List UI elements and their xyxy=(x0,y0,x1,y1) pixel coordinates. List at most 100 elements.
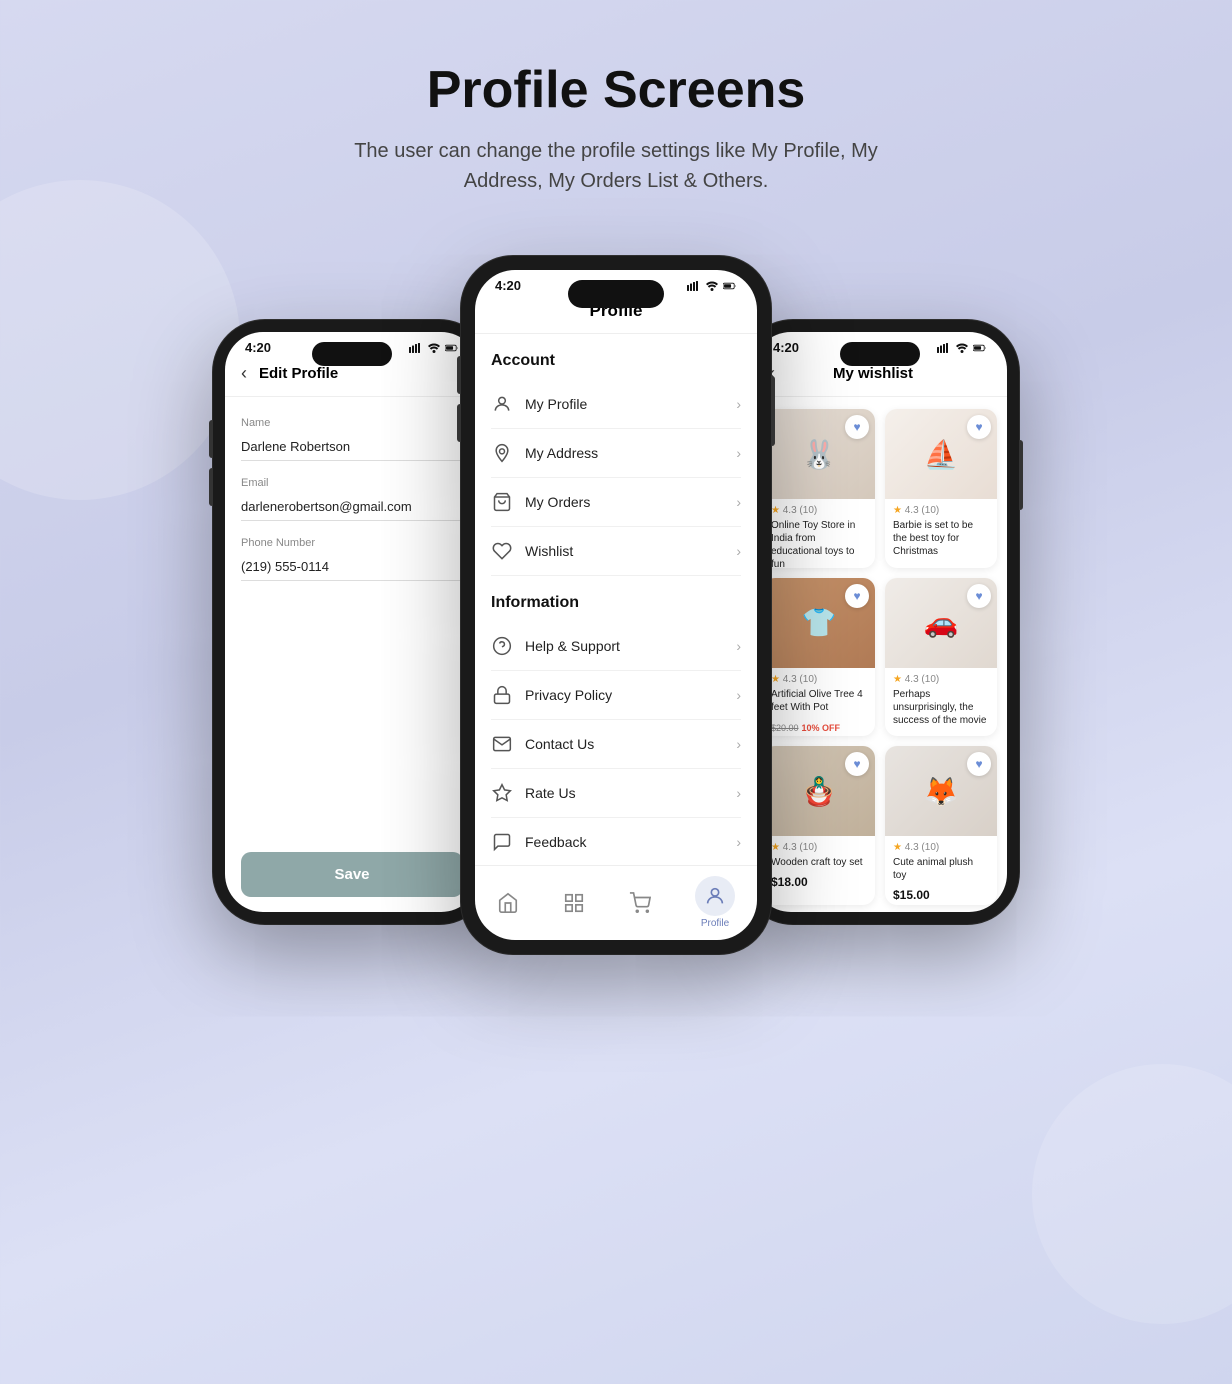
menu-label-contact: Contact Us xyxy=(525,736,594,752)
email-input[interactable] xyxy=(241,493,463,521)
edit-profile-title: Edit Profile xyxy=(259,365,338,382)
profile-screen: 4:20 Profile Account xyxy=(475,270,757,940)
dynamic-island-left xyxy=(312,342,392,366)
menu-label-my-orders: My Orders xyxy=(525,494,590,510)
email-label: Email xyxy=(241,477,463,489)
menu-item-my-profile[interactable]: My Profile › xyxy=(491,380,741,429)
edit-profile-content: ‹ Edit Profile Name Email Phone Number xyxy=(225,359,479,912)
feedback-icon xyxy=(491,831,513,853)
chevron-icon: › xyxy=(736,736,741,752)
wishlist-content: ‹ My wishlist 🐰 ♥ ★ 4.3 (10) Online Toy … xyxy=(753,359,1007,912)
product-name: Online Toy Store in India from education… xyxy=(771,519,867,568)
name-field-group: Name xyxy=(241,417,463,461)
chevron-icon: › xyxy=(736,785,741,801)
menu-item-privacy[interactable]: Privacy Policy › xyxy=(491,671,741,720)
product-card-4[interactable]: 🪆 ♥ ★ 4.3 (10) Wooden craft toy set $18.… xyxy=(763,746,875,905)
product-card-3[interactable]: 🚗 ♥ ★ 4.3 (10) Perhaps unsurprisingly, t… xyxy=(885,578,997,737)
page-header: Profile Screens The user can change the … xyxy=(336,60,896,196)
phone-input[interactable] xyxy=(241,553,463,581)
product-rating: ★ 4.3 (10) xyxy=(893,842,989,853)
menu-item-contact[interactable]: Contact Us › xyxy=(491,720,741,769)
chevron-icon: › xyxy=(736,687,741,703)
chevron-icon: › xyxy=(736,396,741,412)
heart-icon xyxy=(491,540,513,562)
menu-label-my-address: My Address xyxy=(525,445,598,461)
user-icon xyxy=(491,393,513,415)
dynamic-island-center xyxy=(568,280,664,308)
wishlist-heart-button[interactable]: ♥ xyxy=(967,584,991,608)
lock-icon xyxy=(491,684,513,706)
wishlist-heart-button[interactable]: ♥ xyxy=(845,415,869,439)
status-time-right: 4:20 xyxy=(773,340,799,355)
menu-item-my-orders[interactable]: My Orders › xyxy=(491,478,741,527)
menu-item-wishlist[interactable]: Wishlist › xyxy=(491,527,741,576)
current-price: $15.00 xyxy=(893,888,930,902)
product-name: Barbie is set to be the best toy for Chr… xyxy=(893,519,989,558)
status-time-left: 4:20 xyxy=(245,340,271,355)
bag-icon xyxy=(491,491,513,513)
help-icon xyxy=(491,635,513,657)
original-price: $20.00 xyxy=(893,567,921,568)
menu-label-privacy: Privacy Policy xyxy=(525,687,612,703)
menu-item-feedback[interactable]: Feedback › xyxy=(491,818,741,865)
wishlist-heart-button[interactable]: ♥ xyxy=(967,415,991,439)
menu-item-help[interactable]: Help & Support › xyxy=(491,622,741,671)
phone-wishlist: 4:20 ‹ My wishlist 🐰 ♥ ★ 4.3 xyxy=(741,320,1019,924)
product-grid: 🐰 ♥ ★ 4.3 (10) Online Toy Store in India… xyxy=(753,397,1007,912)
original-price: $20.00 xyxy=(771,723,799,733)
nav-cart[interactable] xyxy=(629,892,651,914)
info-section-title: Information xyxy=(491,576,741,622)
wishlist-heart-button[interactable]: ♥ xyxy=(845,584,869,608)
star-icon xyxy=(491,782,513,804)
status-icons-left xyxy=(409,343,459,353)
location-icon xyxy=(491,442,513,464)
product-rating: ★ 4.3 (10) xyxy=(771,505,867,516)
product-card-1[interactable]: ⛵ ♥ ★ 4.3 (10) Barbie is set to be the b… xyxy=(885,409,997,568)
page-subtitle: The user can change the profile settings… xyxy=(336,136,896,196)
current-price: $18.00 xyxy=(771,875,808,889)
name-input[interactable] xyxy=(241,433,463,461)
product-card-0[interactable]: 🐰 ♥ ★ 4.3 (10) Online Toy Store in India… xyxy=(763,409,875,568)
menu-item-my-address[interactable]: My Address › xyxy=(491,429,741,478)
email-field-group: Email xyxy=(241,477,463,521)
product-rating: ★ 4.3 (10) xyxy=(771,842,867,853)
name-label: Name xyxy=(241,417,463,429)
menu-label-help: Help & Support xyxy=(525,638,620,654)
product-card-2[interactable]: 👕 ♥ ★ 4.3 (10) Artificial Olive Tree 4 f… xyxy=(763,578,875,737)
edit-profile-screen: 4:20 ‹ Edit Profile Name xyxy=(225,332,479,912)
account-section-title: Account xyxy=(491,334,741,380)
phone-profile: 4:20 Profile Account xyxy=(461,256,771,954)
status-time-center: 4:20 xyxy=(495,278,521,293)
menu-label-rate: Rate Us xyxy=(525,785,576,801)
nav-grid[interactable] xyxy=(563,892,585,914)
product-name: Perhaps unsurprisingly, the success of t… xyxy=(893,688,989,727)
chevron-icon: › xyxy=(736,494,741,510)
back-button[interactable]: ‹ xyxy=(241,363,247,384)
menu-item-rate[interactable]: Rate Us › xyxy=(491,769,741,818)
discount-badge: 10% OFF xyxy=(924,567,963,568)
chevron-icon: › xyxy=(736,543,741,559)
page-title: Profile Screens xyxy=(336,60,896,120)
discount-badge: 10% OFF xyxy=(802,723,841,733)
nav-home[interactable] xyxy=(497,892,519,914)
phone-field-group: Phone Number xyxy=(241,537,463,581)
phones-container: 4:20 ‹ Edit Profile Name xyxy=(213,256,1019,954)
bottom-nav: Profile xyxy=(475,865,757,940)
profile-content: Profile Account My Profile › xyxy=(475,297,757,940)
nav-profile-label: Profile xyxy=(701,918,729,929)
chevron-icon: › xyxy=(736,834,741,850)
save-button[interactable]: Save xyxy=(241,852,463,897)
product-card-5[interactable]: 🦊 ♥ ★ 4.3 (10) Cute animal plush toy $15… xyxy=(885,746,997,905)
menu-label-wishlist: Wishlist xyxy=(525,543,573,559)
status-icons-right xyxy=(937,343,987,353)
menu-label-feedback: Feedback xyxy=(525,834,586,850)
chevron-icon: › xyxy=(736,445,741,461)
wishlist-screen: 4:20 ‹ My wishlist 🐰 ♥ ★ 4.3 xyxy=(753,332,1007,912)
product-name: Cute animal plush toy xyxy=(893,856,989,882)
nav-profile[interactable]: Profile xyxy=(695,876,735,929)
original-price: $20.00 xyxy=(893,736,921,737)
phone-label: Phone Number xyxy=(241,537,463,549)
status-icons-center xyxy=(687,281,737,291)
product-rating: ★ 4.3 (10) xyxy=(893,674,989,685)
product-name: Wooden craft toy set xyxy=(771,856,867,869)
